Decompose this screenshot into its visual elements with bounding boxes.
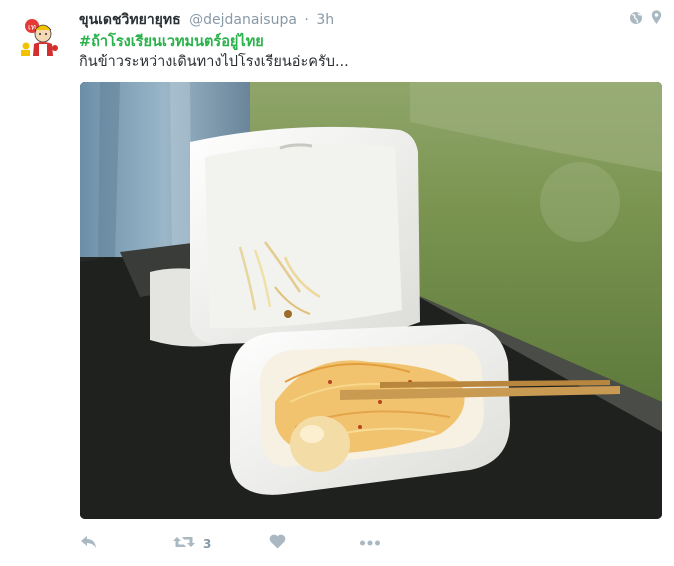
timestamp[interactable]: 3h	[316, 12, 334, 28]
reply-icon	[80, 534, 98, 553]
heart-icon	[269, 534, 286, 553]
author-name[interactable]: ขุนเดชวิทยายุทธ	[79, 12, 181, 28]
reply-button[interactable]	[80, 534, 98, 553]
tweet-actions: 3	[80, 534, 400, 556]
tweet-text: กินข้าวระหว่างเดินทางไปโรงเรียนอ่ะครับ..…	[79, 54, 349, 70]
author-handle[interactable]: @dejdanaisupa	[189, 12, 297, 28]
location-pin-icon	[651, 10, 662, 29]
avatar[interactable]: เท	[13, 12, 63, 62]
more-dots-icon	[359, 534, 381, 553]
tweet-photo[interactable]	[80, 82, 662, 519]
header-icons	[629, 10, 662, 29]
retweet-count: 3	[203, 536, 212, 551]
like-button[interactable]	[269, 534, 286, 553]
tweet-card: เท ขุนเดชวิทยายุทธ @dejdanaisupa · 3h #ถ…	[0, 0, 674, 566]
retweet-button[interactable]: 3	[173, 534, 211, 553]
retweet-icon	[173, 534, 195, 553]
avatar-badge-text: เท	[28, 23, 36, 32]
separator-dot: ·	[304, 12, 309, 28]
globe-icon	[629, 10, 643, 29]
tweet-header: ขุนเดชวิทยายุทธ @dejdanaisupa · 3h	[79, 9, 334, 29]
more-button[interactable]	[359, 534, 381, 553]
